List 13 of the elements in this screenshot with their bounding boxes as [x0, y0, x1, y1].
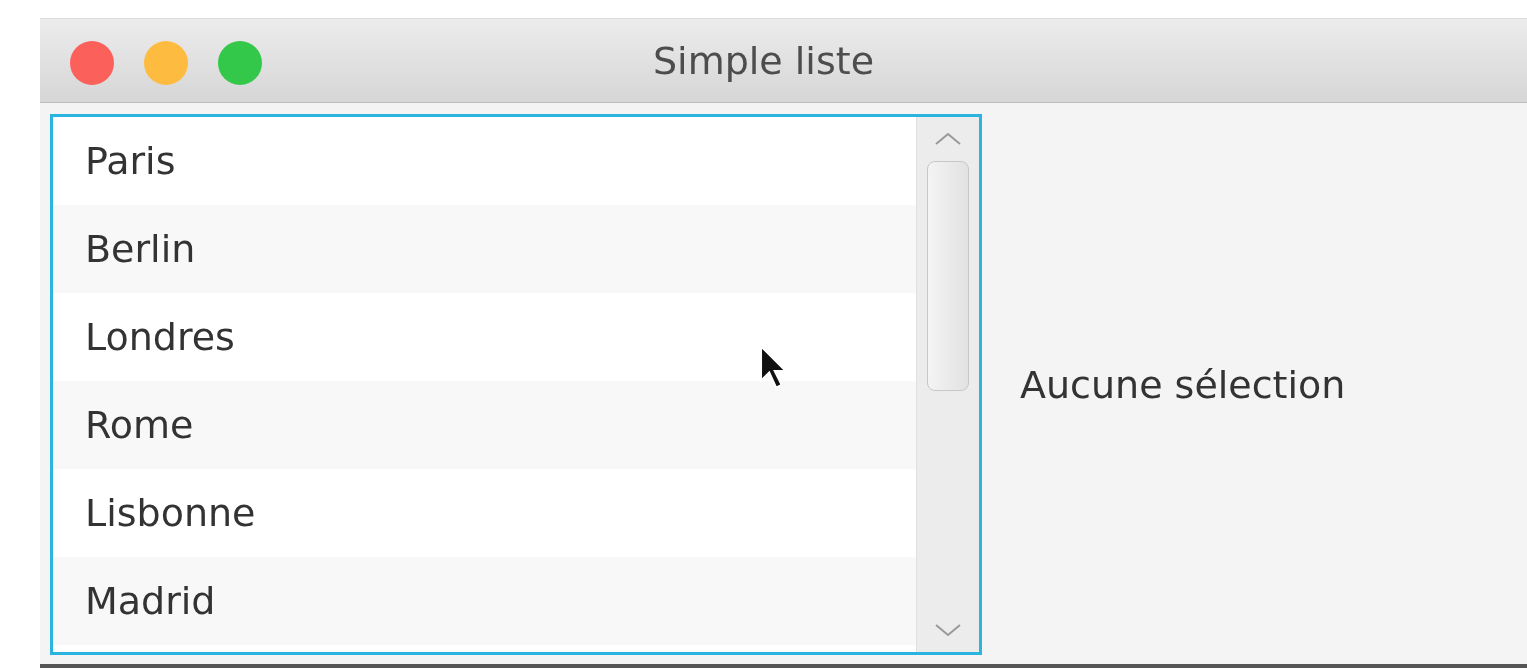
- close-button[interactable]: [70, 41, 114, 85]
- selection-label: Aucune sélection: [1020, 362, 1346, 407]
- scrollbar[interactable]: [916, 117, 979, 652]
- window-title: Simple liste: [653, 38, 874, 83]
- zoom-button[interactable]: [218, 41, 262, 85]
- scroll-up-icon[interactable]: [933, 131, 963, 147]
- list-item[interactable]: Madrid: [53, 557, 916, 645]
- minimize-button[interactable]: [144, 41, 188, 85]
- scroll-down-icon[interactable]: [933, 622, 963, 638]
- scroll-thumb[interactable]: [927, 161, 969, 391]
- list-box[interactable]: Paris Berlin Londres Rome Lisbonne Madrid: [50, 114, 982, 655]
- list-item[interactable]: Rome: [53, 381, 916, 469]
- list-item[interactable]: Berlin: [53, 205, 916, 293]
